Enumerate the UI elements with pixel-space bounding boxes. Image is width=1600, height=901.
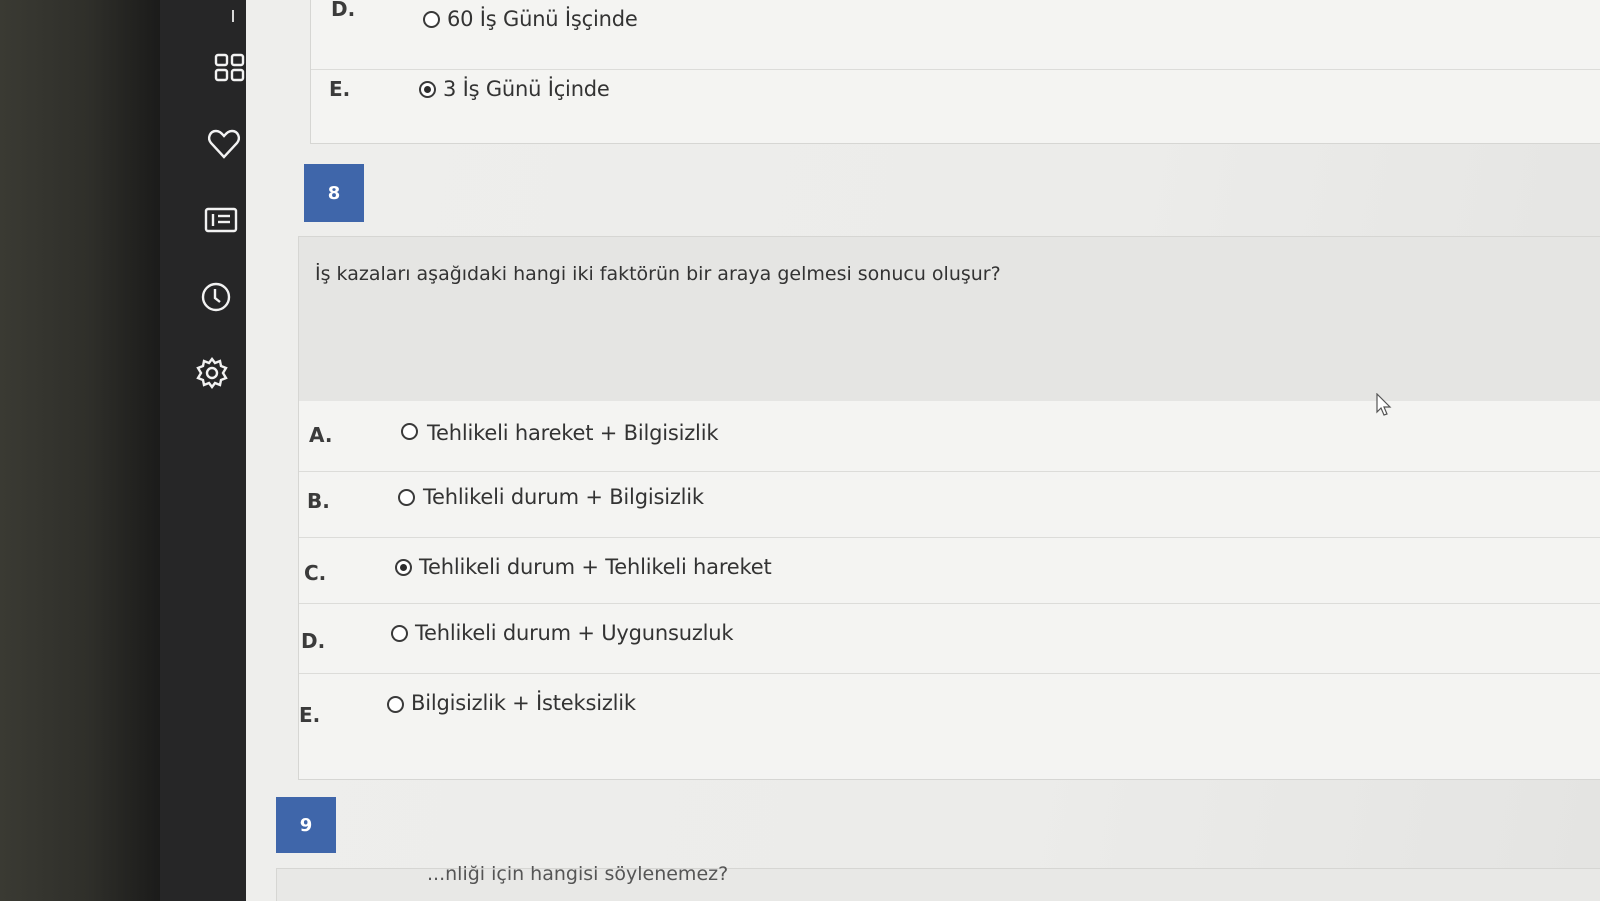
option-letter: D. (301, 629, 326, 653)
option-radio-selected[interactable] (395, 559, 412, 576)
option-radio[interactable] (387, 696, 404, 713)
option-label: 3 İş Günü İçinde (443, 77, 610, 101)
question-text-partial: ...nliği için hangisi söylenemez? (427, 863, 729, 885)
option-row-b[interactable]: B. Tehlikeli durum + Bilgisizlik (299, 471, 1600, 538)
option-letter: C. (304, 561, 327, 585)
question-9-card: ...nliği için hangisi söylenemez? (276, 863, 1600, 901)
question-text-area: İş kazaları aşağıdaki hangi iki faktörün… (299, 237, 1600, 401)
option-radio[interactable] (423, 11, 440, 28)
option-row-a[interactable]: A. Tehlikeli hareket + Bilgisizlik (299, 401, 1600, 472)
sidebar-top-marker (232, 10, 234, 22)
option-label: Tehlikeli durum + Uygunsuzluk (415, 621, 734, 645)
question-8-card: İş kazaları aşağıdaki hangi iki faktörün… (298, 236, 1600, 780)
option-row-d[interactable]: D. Tehlikeli durum + Uygunsuzluk (299, 603, 1600, 674)
question-number-badge: 8 (304, 164, 364, 222)
quiz-page: D. 60 İş Günü İşçinde E. 3 İş Günü İçind… (246, 0, 1600, 901)
option-row[interactable]: E. 3 İş Günü İçinde (311, 69, 1600, 141)
option-radio[interactable] (401, 423, 418, 440)
option-row-c[interactable]: C. Tehlikeli durum + Tehlikeli hareket (299, 537, 1600, 604)
monitor-bezel (0, 0, 160, 901)
option-row[interactable]: D. 60 İş Günü İşçinde (311, 0, 1600, 70)
option-letter: A. (309, 423, 333, 447)
question-text: İş kazaları aşağıdaki hangi iki faktörün… (315, 263, 1001, 285)
mouse-cursor-icon (1376, 392, 1392, 417)
option-letter: B. (307, 489, 330, 513)
question-7-card: D. 60 İş Günü İşçinde E. 3 İş Günü İçind… (310, 0, 1600, 144)
option-label: Tehlikeli durum + Bilgisizlik (423, 485, 704, 509)
option-letter: E. (329, 77, 351, 101)
option-radio[interactable] (391, 625, 408, 642)
option-radio[interactable] (398, 489, 415, 506)
option-radio-selected[interactable] (419, 81, 436, 98)
option-label: Bilgisizlik + İsteksizlik (411, 691, 636, 715)
option-label: 60 İş Günü İşçinde (447, 7, 638, 31)
heart-icon[interactable] (206, 126, 242, 162)
clock-icon[interactable] (198, 279, 234, 315)
option-letter: D. (331, 0, 356, 21)
grid-icon[interactable] (212, 50, 248, 86)
option-label: Tehlikeli hareket + Bilgisizlik (427, 421, 719, 445)
gear-icon[interactable] (194, 355, 230, 391)
option-letter: E. (299, 703, 321, 727)
sidebar (160, 0, 246, 901)
list-icon[interactable] (203, 202, 239, 238)
option-row-e[interactable]: E. Bilgisizlik + İsteksizlik (299, 673, 1600, 779)
option-label: Tehlikeli durum + Tehlikeli hareket (419, 555, 772, 579)
question-number-badge: 9 (276, 797, 336, 853)
